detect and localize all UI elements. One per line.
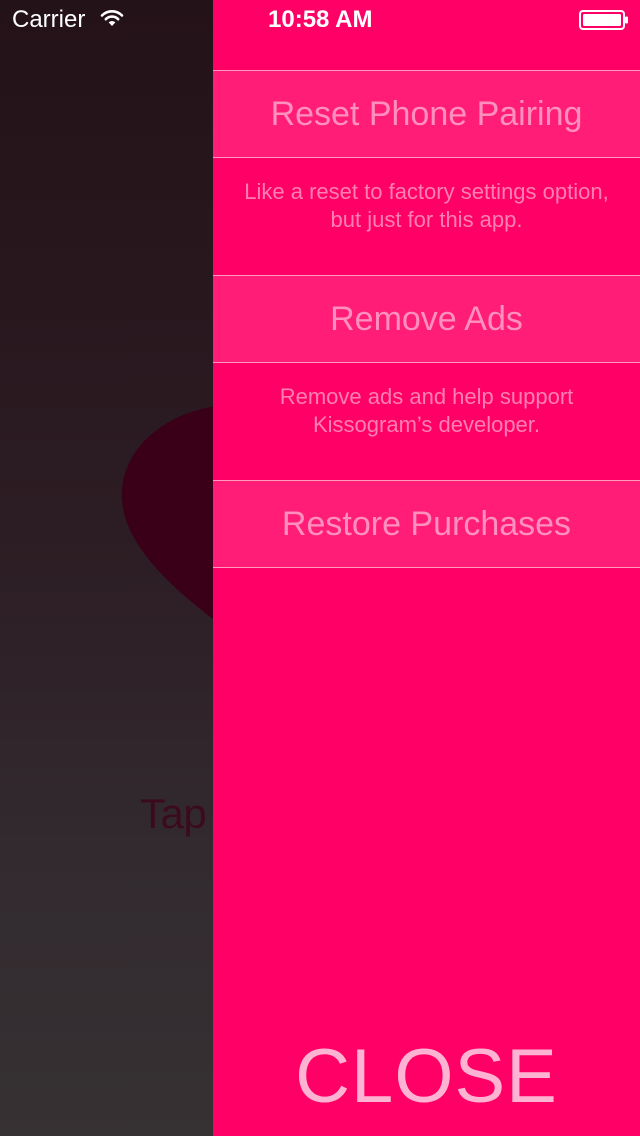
remove-ads-description: Remove ads and help support Kissogram’s … [279, 384, 574, 437]
background-app-panel[interactable]: Tap [0, 0, 213, 1136]
battery-icon [579, 10, 628, 30]
heart-icon[interactable] [118, 395, 213, 655]
app-screen: Tap Carrier 10:58 AM Reset Phone Pairing… [0, 0, 640, 1136]
remove-ads-button[interactable]: Remove Ads [213, 275, 640, 363]
status-time: 10:58 AM [268, 6, 373, 33]
restore-purchases-button[interactable]: Restore Purchases [213, 480, 640, 568]
reset-phone-pairing-button[interactable]: Reset Phone Pairing [213, 70, 640, 158]
close-button[interactable]: CLOSE [213, 1032, 640, 1122]
carrier-label: Carrier [12, 6, 86, 33]
wifi-icon [100, 10, 124, 26]
settings-menu-panel: Reset Phone Pairing Like a reset to fact… [213, 0, 640, 1136]
reset-phone-pairing-description: Like a reset to factory settings option,… [244, 179, 609, 232]
status-bar: Carrier 10:58 AM [0, 0, 640, 40]
tap-label: Tap [140, 790, 207, 837]
